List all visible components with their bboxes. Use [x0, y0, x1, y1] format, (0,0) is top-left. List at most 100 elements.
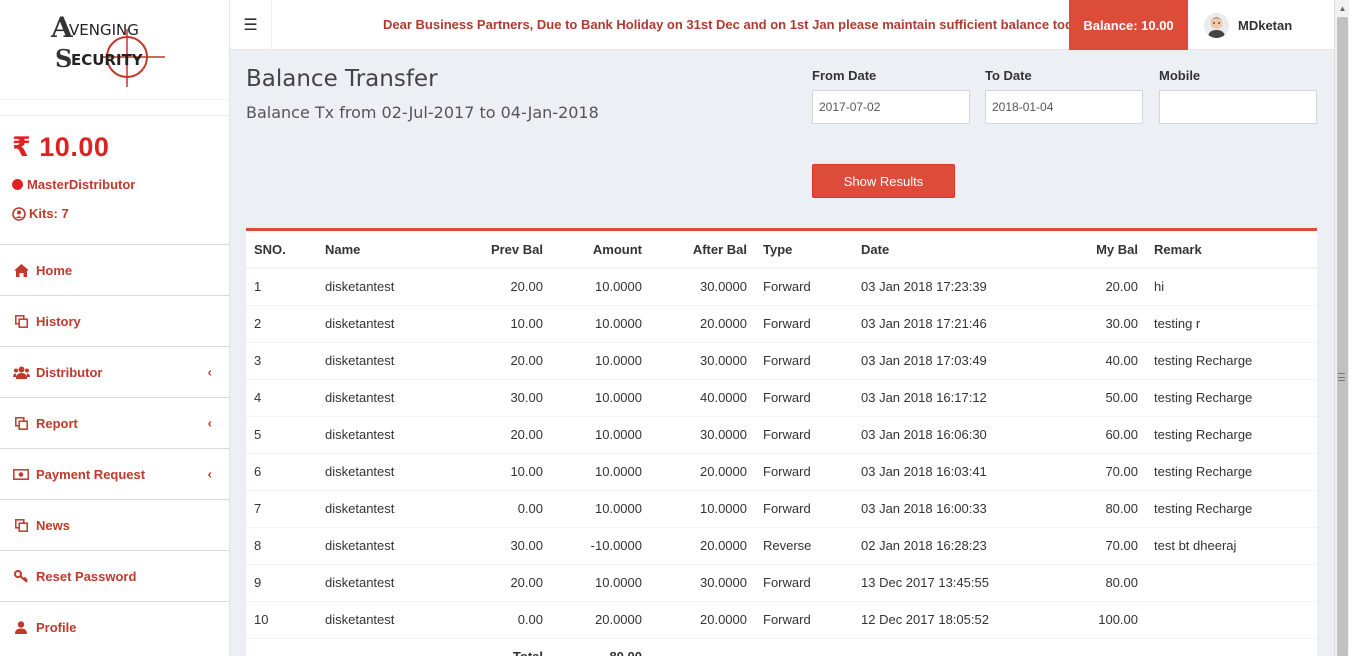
sidebar-item-reset-password[interactable]: Reset Password: [0, 550, 230, 601]
svg-text:VENGING: VENGING: [69, 21, 139, 39]
sidebar-item-home[interactable]: Home: [0, 244, 230, 295]
sidebar-item-news[interactable]: News: [0, 499, 230, 550]
table-cell: [650, 637, 755, 656]
total-row: Total80.00: [246, 637, 1317, 656]
column-header[interactable]: Type: [755, 231, 853, 269]
table-row: 5 disketantest 20.00 10.0000 30.0000 Forward 0…: [246, 415, 1317, 453]
table-cell: 20.0000: [650, 526, 755, 564]
sidebar-item-report[interactable]: Report ‹: [0, 397, 230, 448]
scroll-thumb[interactable]: [1337, 17, 1348, 656]
table-cell: 10.0000: [551, 452, 650, 490]
table-cell: disketantest: [317, 378, 452, 416]
sidebar-item-distributor[interactable]: Distributor ‹: [0, 346, 230, 397]
table-cell: 0.00: [452, 600, 551, 638]
table-row: 10 disketantest 0.00 20.0000 20.0000 Forward 1…: [246, 600, 1317, 638]
table-cell: [1146, 637, 1317, 656]
topbar: ☰ Dear Business Partners, Due to Bank Ho…: [230, 0, 1334, 50]
sidebar-item-history[interactable]: History: [0, 295, 230, 346]
table-cell: disketantest: [317, 304, 452, 342]
user-menu[interactable]: MDketan: [1188, 0, 1334, 50]
table-cell: testing Recharge: [1146, 415, 1317, 453]
table-cell: disketantest: [317, 452, 452, 490]
column-header[interactable]: Name: [317, 231, 452, 269]
table-cell: [755, 637, 853, 656]
kits-label: Kits: 7: [29, 206, 69, 221]
table-cell: 10: [246, 600, 317, 638]
to-date-input[interactable]: [985, 90, 1143, 124]
chevron-left-icon: ‹: [207, 466, 212, 482]
table-cell: testing Recharge: [1146, 341, 1317, 379]
table-cell: 10.0000: [551, 563, 650, 601]
column-header[interactable]: After Bal: [650, 231, 755, 269]
column-header[interactable]: Prev Bal: [452, 231, 551, 269]
table-row: 2 disketantest 10.00 10.0000 20.0000 Forward 0…: [246, 304, 1317, 342]
scroll-up-arrow-icon[interactable]: ▲: [1335, 0, 1350, 16]
kits-line: Kits: 7: [12, 206, 217, 221]
table-cell: 02 Jan 2018 16:28:23: [853, 526, 1017, 564]
show-results-button[interactable]: Show Results: [812, 164, 955, 198]
column-header[interactable]: SNO.: [246, 231, 317, 269]
table-cell: 20.0000: [650, 600, 755, 638]
column-header[interactable]: Date: [853, 231, 1017, 269]
sidebar: A VENGING S ECURITY ₹ 10.00 MasterDistri…: [0, 0, 230, 656]
table-cell: 40.00: [1017, 341, 1146, 379]
menu-toggle-icon[interactable]: ☰: [230, 0, 272, 50]
sidebar-item-profile[interactable]: Profile: [0, 601, 230, 652]
table-cell: hi: [1146, 267, 1317, 305]
user-panel: ₹ 10.00 MasterDistributor Kits: 7: [0, 115, 229, 243]
table-cell: 50.00: [1017, 378, 1146, 416]
table-cell: test bt dheeraj: [1146, 526, 1317, 564]
table-cell: 20.00: [1017, 267, 1146, 305]
table-cell: 8: [246, 526, 317, 564]
copy-icon: [12, 518, 30, 532]
vertical-scrollbar[interactable]: ▲: [1334, 0, 1349, 656]
table-cell: [1146, 600, 1317, 638]
copy-icon: [12, 314, 30, 328]
table-cell: 03 Jan 2018 17:23:39: [853, 267, 1017, 305]
total-label: Total: [452, 637, 551, 656]
table-cell: 0.00: [452, 489, 551, 527]
sidebar-item-label: Reset Password: [36, 568, 137, 584]
home-icon: [12, 263, 30, 277]
from-date-input[interactable]: [812, 90, 970, 124]
avenging-security-logo: A VENGING S ECURITY: [50, 11, 165, 87]
page-title: Balance Transfer: [246, 66, 438, 92]
table-cell: Forward: [755, 267, 853, 305]
table-cell: 100.00: [1017, 600, 1146, 638]
table-cell: [246, 637, 317, 656]
table-cell: 20.00: [452, 415, 551, 453]
table-cell: disketantest: [317, 415, 452, 453]
chevron-left-icon: ‹: [207, 364, 212, 380]
table-cell: disketantest: [317, 600, 452, 638]
table-cell: 10.00: [452, 452, 551, 490]
table-cell: 20.0000: [551, 600, 650, 638]
balance-badge[interactable]: Balance: 10.00: [1069, 0, 1188, 50]
column-header[interactable]: Amount: [551, 231, 650, 269]
table-cell: -10.0000: [551, 526, 650, 564]
table-cell: Reverse: [755, 526, 853, 564]
mobile-input[interactable]: [1159, 90, 1317, 124]
sidebar-item-label: Report: [36, 415, 78, 431]
status-dot-icon: [12, 179, 23, 190]
table-cell: testing Recharge: [1146, 489, 1317, 527]
logo[interactable]: A VENGING S ECURITY: [0, 0, 229, 100]
table-cell: 60.00: [1017, 415, 1146, 453]
table-cell: 1: [246, 267, 317, 305]
table-cell: 10.0000: [551, 341, 650, 379]
balance-transfer-table: SNO. Name Prev Bal Amount After Bal Type…: [246, 231, 1317, 656]
table-row: 3 disketantest 20.00 10.0000 30.0000 Forward 0…: [246, 341, 1317, 379]
table-cell: 3: [246, 341, 317, 379]
table-cell: Forward: [755, 341, 853, 379]
column-header[interactable]: My Bal: [1017, 231, 1146, 269]
sidebar-item-payment-request[interactable]: Payment Request ‹: [0, 448, 230, 499]
notice-marquee: Dear Business Partners, Due to Bank Holi…: [383, 17, 1069, 32]
key-icon: [12, 569, 30, 583]
avatar: [1204, 12, 1229, 38]
window-edge: [1349, 0, 1366, 656]
table-row: 9 disketantest 20.00 10.0000 30.0000 Forward 1…: [246, 563, 1317, 601]
column-header[interactable]: Remark: [1146, 231, 1317, 269]
user-circle-icon: [12, 206, 26, 221]
table-cell: testing Recharge: [1146, 452, 1317, 490]
table-cell: [317, 637, 452, 656]
role-label: MasterDistributor: [27, 177, 136, 192]
